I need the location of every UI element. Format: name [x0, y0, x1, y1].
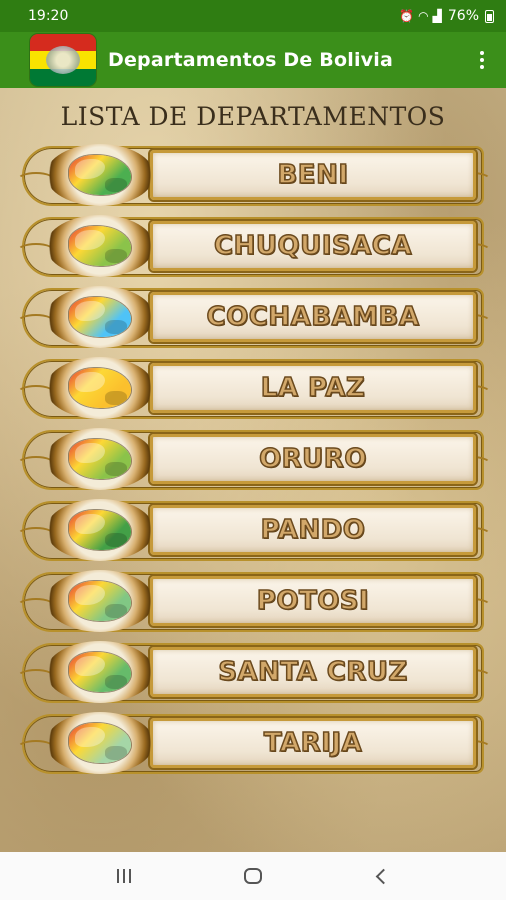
map-shape — [69, 226, 131, 266]
department-item-beni[interactable]: BENI — [16, 144, 492, 208]
department-map-icon — [46, 144, 154, 206]
department-label: ORURO — [258, 443, 367, 475]
department-label: CHUQUISACA — [213, 230, 412, 262]
department-map-icon — [46, 641, 154, 703]
app-logo-flag-icon — [30, 34, 96, 86]
status-bar: 19:20 ⏰ ◠ ▟ 76% — [0, 0, 506, 32]
map-shape — [69, 652, 131, 692]
department-label: SANTA CRUZ — [217, 656, 408, 688]
name-plate: POTOSI — [150, 576, 476, 626]
list-title: LISTA DE DEPARTAMENTOS — [60, 102, 446, 131]
back-icon — [375, 868, 392, 884]
map-shape — [69, 368, 131, 408]
back-button[interactable] — [358, 856, 406, 896]
system-nav-bar — [0, 852, 506, 900]
map-shape — [69, 155, 131, 195]
department-map-icon — [46, 712, 154, 774]
department-item-cochabamba[interactable]: COCHABAMBA — [16, 286, 492, 350]
map-shape — [69, 439, 131, 479]
battery-icon — [485, 9, 494, 23]
department-label: POTOSI — [256, 585, 370, 617]
department-item-tarija[interactable]: TARIJA — [16, 712, 492, 776]
department-label: TARIJA — [263, 727, 363, 759]
name-plate: LA PAZ — [150, 363, 476, 413]
name-plate: BENI — [150, 150, 476, 200]
more-vert-icon[interactable] — [470, 40, 494, 80]
name-plate: PANDO — [150, 505, 476, 555]
app-title: Departamentos De Bolivia — [108, 49, 393, 71]
home-button[interactable] — [229, 856, 277, 896]
department-item-pando[interactable]: PANDO — [16, 499, 492, 563]
recents-button[interactable] — [100, 856, 148, 896]
department-map-icon — [46, 215, 154, 277]
department-map-icon — [46, 499, 154, 561]
department-item-santa-cruz[interactable]: SANTA CRUZ — [16, 641, 492, 705]
signal-icon: ▟ — [432, 9, 442, 23]
name-plate: CHUQUISACA — [150, 221, 476, 271]
map-shape — [69, 581, 131, 621]
department-label: BENI — [277, 159, 349, 191]
department-map-icon — [46, 570, 154, 632]
alarm-icon: ⏰ — [399, 9, 415, 23]
department-list-screen: LISTA DE DEPARTAMENTOS BENI CHUQUISACA COC… — [0, 88, 506, 852]
department-label: LA PAZ — [260, 372, 366, 404]
name-plate: TARIJA — [150, 718, 476, 768]
department-label: COCHABAMBA — [206, 301, 420, 333]
app-bar: Departamentos De Bolivia — [0, 32, 506, 88]
name-plate: SANTA CRUZ — [150, 647, 476, 697]
name-plate: ORURO — [150, 434, 476, 484]
department-item-la-paz[interactable]: LA PAZ — [16, 357, 492, 421]
status-time: 19:20 — [28, 8, 69, 24]
map-shape — [69, 510, 131, 550]
department-item-chuquisaca[interactable]: CHUQUISACA — [16, 215, 492, 279]
department-item-potosi[interactable]: POTOSI — [16, 570, 492, 634]
department-map-icon — [46, 286, 154, 348]
map-shape — [69, 297, 131, 337]
name-plate: COCHABAMBA — [150, 292, 476, 342]
department-map-icon — [46, 357, 154, 419]
map-shape — [69, 723, 131, 763]
battery-percent: 76% — [447, 8, 479, 24]
department-map-icon — [46, 428, 154, 490]
recents-icon — [117, 869, 132, 883]
home-icon — [243, 868, 262, 884]
department-item-oruro[interactable]: ORURO — [16, 428, 492, 492]
status-icons: ⏰ ◠ ▟ 76% — [399, 8, 494, 24]
wifi-icon: ◠ — [418, 9, 429, 23]
department-label: PANDO — [260, 514, 366, 546]
